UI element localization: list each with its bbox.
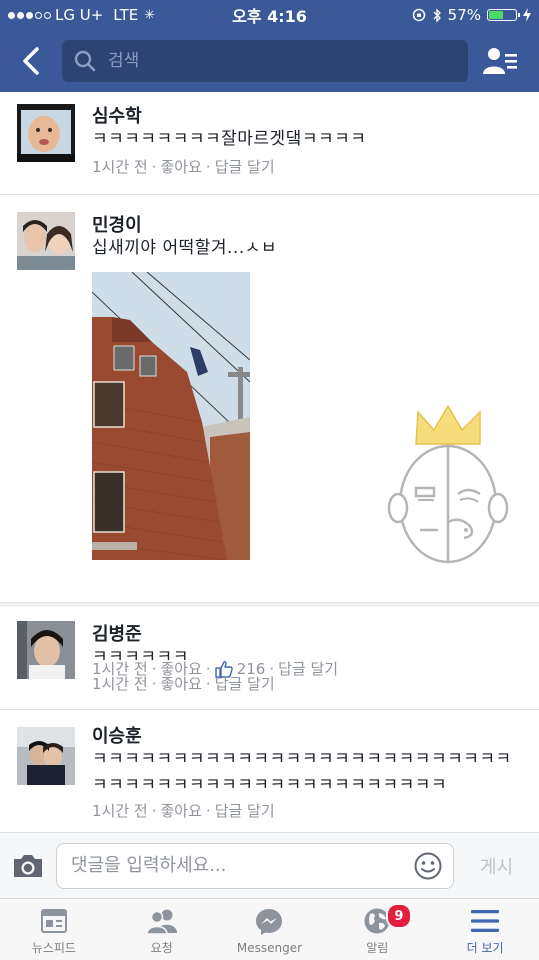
commenter-name[interactable]: 민경이 (92, 211, 142, 237)
camera-icon (14, 854, 42, 877)
tab-label: 요청 (150, 941, 173, 955)
loading-spinner-icon: ✳ (144, 7, 156, 23)
friends-list-button[interactable] (468, 30, 533, 92)
meta-separator: · (151, 674, 157, 693)
like-button[interactable]: 좋아요 (161, 800, 202, 821)
carrier-name: LG U+ (55, 6, 104, 24)
like-button[interactable]: 좋아요 (161, 156, 202, 177)
reply-button[interactable]: 답글 달기 (215, 673, 275, 694)
tab-more[interactable]: 더 보기 (431, 899, 539, 960)
camera-button[interactable] (0, 833, 56, 899)
menu-icon (471, 910, 500, 932)
reply-button[interactable]: 답글 달기 (215, 800, 275, 821)
reply-button[interactable]: 답글 달기 (215, 156, 275, 177)
tab-label: Messenger (236, 941, 303, 955)
friends-list-icon (482, 48, 517, 74)
comment-time: 1시간 전 (92, 675, 148, 693)
comment-input-wrapper[interactable] (56, 842, 454, 889)
back-button[interactable] (0, 30, 62, 92)
comment-photo[interactable] (92, 272, 250, 560)
search-icon (74, 50, 96, 72)
notification-badge: 9 (385, 903, 412, 929)
like-button[interactable]: 좋아요 (161, 673, 202, 694)
tab-messenger[interactable]: Messenger (216, 899, 324, 960)
commenter-name[interactable]: 김병준 (92, 620, 142, 646)
tab-notifications[interactable]: 9 알림 (323, 899, 431, 960)
comment-input[interactable] (69, 854, 413, 877)
bluetooth-icon (433, 7, 441, 23)
battery-level (489, 11, 503, 19)
carrier-info: LG U+ LTE ✳ (8, 6, 208, 24)
comment-meta: 1시간 전 · 좋아요 · 답글 달기 (92, 156, 275, 177)
comment-text: ㅋㅋㅋㅋㅋㅋㅋㅋ잘마르겟댘ㅋㅋㅋㅋ (92, 129, 367, 149)
comment-text: 십새끼야 어떡할겨...ㅅㅂ (92, 238, 278, 258)
newsfeed-icon (40, 909, 67, 933)
tab-label: 뉴스피드 (31, 941, 76, 955)
meta-separator: · (205, 674, 211, 693)
comment-meta: 1시간 전 · 좋아요 · 답글 달기 (92, 800, 275, 821)
search-input[interactable] (106, 50, 440, 72)
orientation-lock-icon (412, 8, 425, 22)
comment-composer: 게시 (0, 832, 539, 898)
meta-separator: · (205, 801, 211, 820)
status-bar: LG U+ LTE ✳ 오후 4:16 57% (0, 0, 539, 30)
avatar[interactable] (17, 104, 75, 162)
avatar[interactable] (17, 212, 75, 270)
meta-separator: · (205, 157, 211, 176)
emoji-icon[interactable] (413, 851, 443, 881)
friend-requests-icon (145, 909, 177, 935)
search-bar[interactable] (62, 40, 468, 82)
meta-separator: · (151, 801, 157, 820)
comment-text: ㅋㅋㅋㅋㅋㅋ (92, 647, 189, 667)
signal-strength-icon (8, 11, 51, 19)
comment-time: 1시간 전 (92, 802, 148, 820)
chevron-left-icon (23, 47, 39, 75)
avatar[interactable] (17, 621, 75, 679)
tab-label: 알림 (366, 941, 389, 955)
battery-percent: 57% (447, 6, 481, 24)
post-button[interactable]: 게시 (454, 853, 539, 879)
tab-label: 더 보기 (466, 941, 504, 955)
network-type: LTE (113, 6, 139, 24)
status-right: 57% (412, 6, 531, 24)
comment-time: 1시간 전 (92, 158, 148, 176)
tab-requests[interactable]: 요청 (108, 899, 216, 960)
meta-separator: · (151, 157, 157, 176)
comment-meta: 1시간 전 · 좋아요 · 답글 달기 (92, 673, 275, 694)
commenter-name[interactable]: 심수학 (92, 102, 142, 128)
messenger-icon (256, 909, 283, 935)
comment-item: 이승훈 ㅋㅋㅋㅋㅋㅋㅋㅋㅋㅋㅋㅋㅋㅋㅋㅋㅋㅋㅋㅋㅋㅋㅋㅋㅋㅋㅋㅋㅋㅋㅋㅋㅋㅋㅋㅋ… (0, 710, 539, 832)
comment-item: 심수학 ㅋㅋㅋㅋㅋㅋㅋㅋ잘마르겟댘ㅋㅋㅋㅋ 1시간 전 · 좋아요 · 답글 달… (0, 92, 539, 195)
crowned-face-watermark (386, 404, 512, 568)
top-nav-bar (0, 30, 539, 92)
tab-newsfeed[interactable]: 뉴스피드 (0, 899, 108, 960)
avatar[interactable] (17, 727, 75, 785)
charging-icon (523, 8, 531, 22)
bottom-tab-bar: 뉴스피드 요청 Messenger 9 알림 더 보기 (0, 898, 539, 960)
battery-icon (487, 9, 520, 21)
comment-text: ㅋㅋㅋㅋㅋㅋㅋㅋㅋㅋㅋㅋㅋㅋㅋㅋㅋㅋㅋㅋㅋㅋㅋㅋㅋㅋㅋㅋㅋㅋㅋㅋㅋㅋㅋㅋㅋㅋㅋㅋ… (92, 749, 512, 795)
commenter-name[interactable]: 이승훈 (92, 722, 142, 748)
comment-item: 김병준 ㅋㅋㅋㅋㅋㅋ 1시간 전 · 좋아요 · 답글 달기 (0, 603, 539, 710)
